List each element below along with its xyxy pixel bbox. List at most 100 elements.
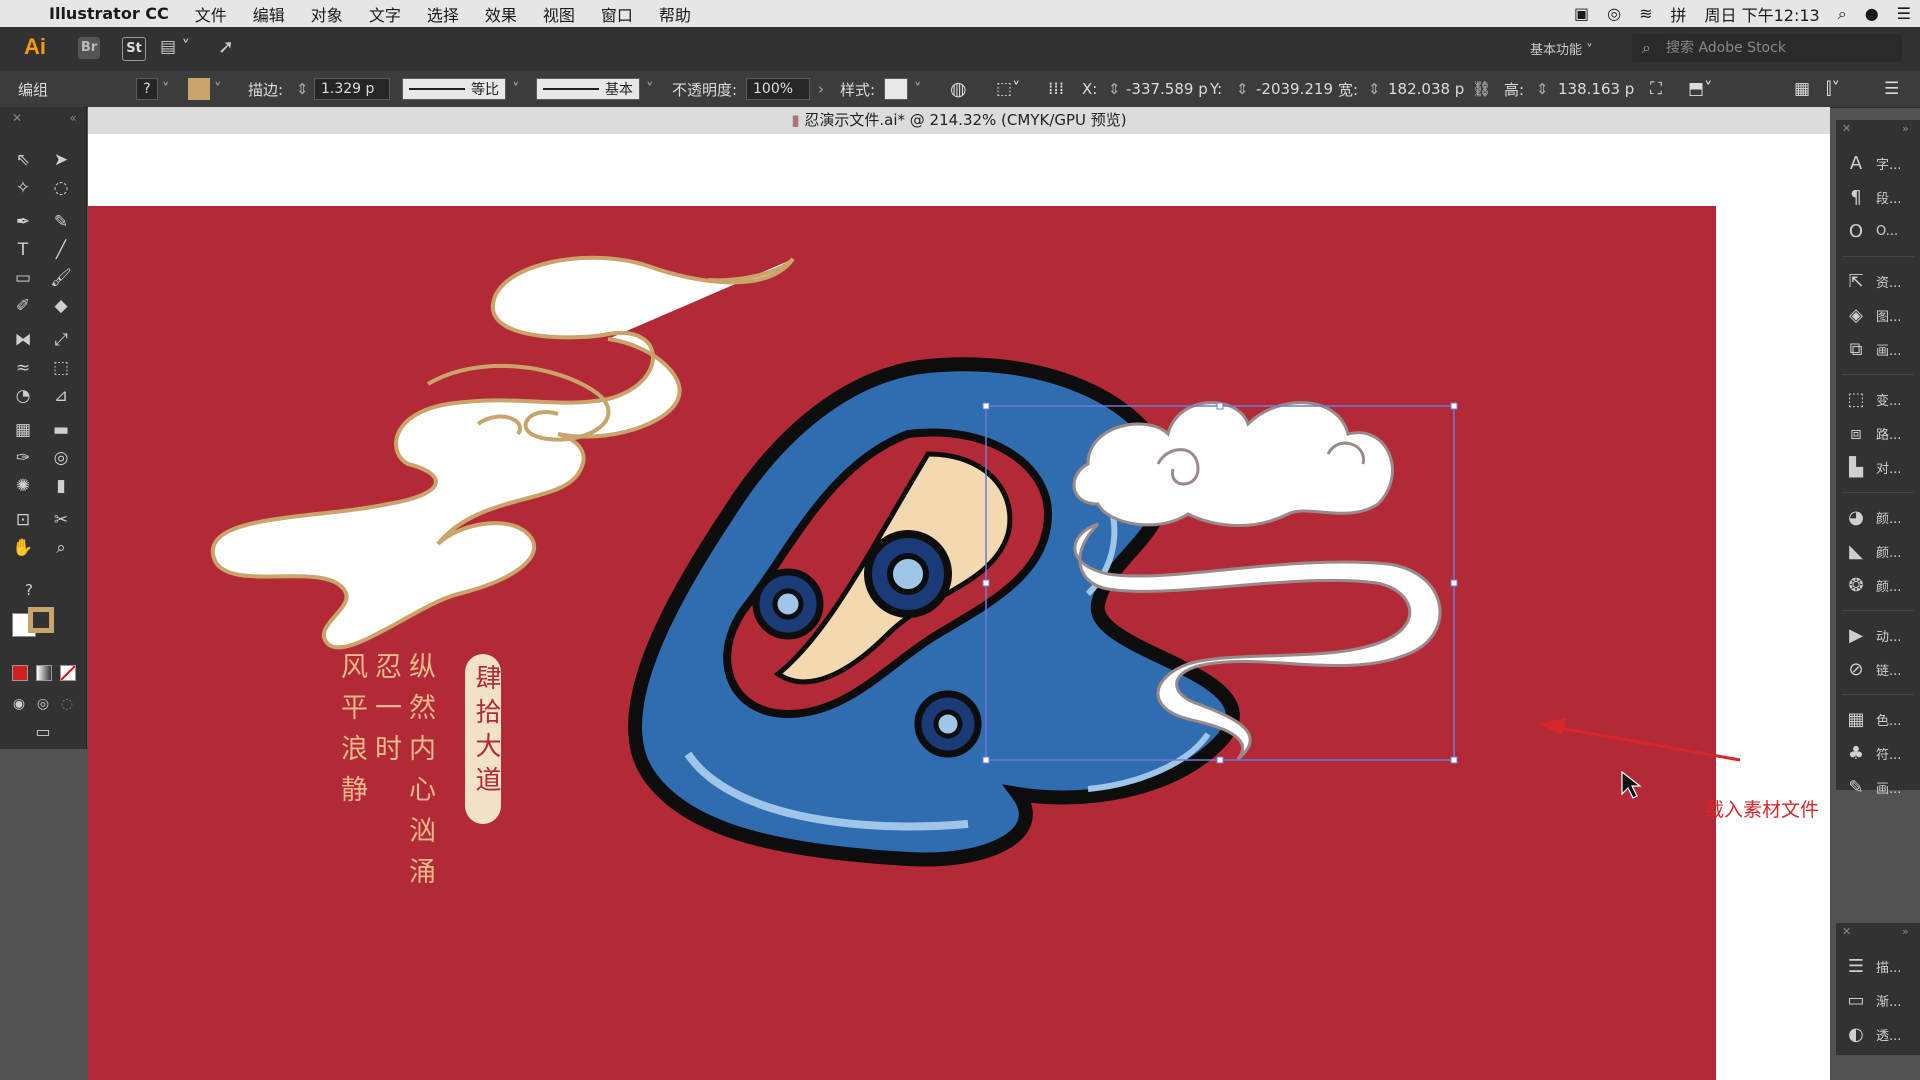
panel-color[interactable]: ◕ 颜... [1836,502,1920,532]
stroke-stepper-icon[interactable]: ⇕ [296,71,309,107]
type-tool-icon[interactable]: T [10,237,36,263]
close-icon[interactable]: ✕ [1842,122,1851,135]
close-icon[interactable]: ✕ [1842,925,1851,938]
menu-edit[interactable]: 编辑 [240,2,298,26]
direct-selection-tool-icon[interactable]: ➤ [48,147,74,173]
menu-select[interactable]: 选择 [414,2,472,26]
eraser-tool-icon[interactable]: ◆ [48,293,74,319]
stock-search-input[interactable]: 搜索 Adobe Stock [1632,34,1902,62]
width-tool-icon[interactable]: ≈ [10,355,36,381]
panel-align[interactable]: ▙ 对... [1836,452,1920,482]
menu-file[interactable]: 文件 [182,2,240,26]
opacity-input[interactable]: 100% [746,78,810,100]
menu-object[interactable]: 对象 [298,2,356,26]
blend-tool-icon[interactable]: ◎ [48,445,74,471]
shape-builder-tool-icon[interactable]: ◔ [10,383,36,409]
menu-window[interactable]: 窗口 [588,2,646,26]
panel-gradient[interactable]: ▭ 渐... [1836,985,1920,1015]
panel-opentype[interactable]: O O... [1836,216,1920,246]
menu-app-name[interactable]: Illustrator CC [36,4,182,23]
panel-pathfinder[interactable]: ⧈ 路... [1836,418,1920,448]
distribute-icon[interactable]: ⫿˅ [1826,71,1840,107]
graphic-style-swatch[interactable] [884,78,908,100]
panel-color-guide[interactable]: ◣ 颜... [1836,536,1920,566]
menu-effect[interactable]: 效果 [472,2,530,26]
notification-center-icon[interactable]: ☰ [1888,4,1920,23]
artboard-tool-icon[interactable]: ⊡ [10,507,36,533]
panel-actions[interactable]: ▶ 动... [1836,620,1920,650]
y-input[interactable]: -2039.219 [1256,71,1333,107]
brush-definition[interactable]: 基本 [536,78,640,100]
scale-tool-icon[interactable]: ⤢ [48,327,74,353]
vertical-text-line-2[interactable]: 忍一时 [366,652,405,775]
screen-record-icon[interactable]: ▣ [1565,4,1598,23]
width-stepper-icon[interactable]: ⇕ [1368,71,1381,107]
stroke-swatch[interactable] [188,78,210,100]
cloud-sync-icon[interactable]: ◎ [1598,4,1630,23]
selection-tool-icon[interactable]: ⇖ [10,147,36,173]
panel-asset-export[interactable]: ⇱ 资... [1836,266,1920,296]
panel-color-themes[interactable]: ❂ 颜... [1836,570,1920,600]
recolor-artwork-icon[interactable]: ◍ [950,71,967,107]
panel-swatches[interactable]: ▦ 色... [1836,704,1920,734]
align-icon[interactable]: ⬚˅ [996,71,1021,107]
workspace-switcher[interactable]: 基本功能 ˅ [1530,39,1593,58]
bridge-icon[interactable]: Br [78,37,100,59]
eyedropper-tool-icon[interactable]: ✑ [10,445,36,471]
screen-mode-icon[interactable]: ▭ [30,719,56,745]
menu-help[interactable]: 帮助 [646,2,704,26]
arrange-documents-icon[interactable]: ▤ ˅ [160,37,190,57]
gpu-performance-icon[interactable]: ➚ [218,36,234,58]
none-mode-icon[interactable] [60,665,76,681]
input-method-indicator[interactable]: 拼 [1662,2,1696,26]
height-input[interactable]: 138.163 p [1558,71,1634,107]
stroke-weight-input[interactable]: 1.329 p [314,78,390,100]
reflect-tool-icon[interactable]: ⧓ [10,327,36,353]
x-input[interactable]: -337.589 p [1126,71,1208,107]
vertical-text-line-3[interactable]: 风平浪静 [332,652,371,816]
stock-icon[interactable]: St [122,37,146,61]
zoom-tool-icon[interactable]: ⌕ [48,535,74,561]
panel-links[interactable]: ⊘ 链... [1836,654,1920,684]
variable-width-profile[interactable]: 等比 [402,78,506,100]
curvature-tool-icon[interactable]: ✎ [48,209,74,235]
line-tool-icon[interactable]: ╱ [48,237,74,263]
draw-inside-icon[interactable]: ◌ [54,691,80,717]
perspective-grid-tool-icon[interactable]: ⊿ [48,383,74,409]
expand-icon[interactable]: » [1902,925,1909,938]
wifi-icon[interactable]: ≋ [1630,4,1661,23]
collapse-icon[interactable]: « [60,105,86,131]
draw-normal-icon[interactable]: ◉ [6,691,32,717]
hand-tool-icon[interactable]: ✋ [10,535,36,561]
pen-tool-icon[interactable]: ✒ [10,209,36,235]
slice-tool-icon[interactable]: ✂ [48,507,74,533]
help-icon[interactable]: ? [16,577,42,603]
spotlight-search-icon[interactable]: ⌕ [1829,4,1856,24]
isolate-group-icon[interactable]: ⬒˅ [1688,71,1713,107]
rectangle-tool-icon[interactable]: ▭ [10,265,36,291]
stroke-color-swatch[interactable] [28,607,54,633]
panel-character[interactable]: A 字... [1836,148,1920,178]
panel-transform[interactable]: ⬚ 变... [1836,384,1920,414]
constrain-proportions-icon[interactable]: ⛓ [1472,71,1491,107]
column-graph-tool-icon[interactable]: ▮ [48,473,74,499]
panel-artboards[interactable]: ⧉ 画... [1836,334,1920,364]
transform-icon[interactable]: ⛶ [1650,71,1662,107]
vertical-text-line-1[interactable]: 纵然内心汹涌 [400,652,439,898]
close-icon[interactable]: ✕ [4,105,30,131]
free-transform-tool-icon[interactable]: ⬚ [48,355,74,381]
color-mode-icon[interactable] [12,665,28,681]
panel-paragraph[interactable]: ¶ 段... [1836,182,1920,212]
lasso-tool-icon[interactable]: ◌ [48,175,74,201]
mesh-tool-icon[interactable]: ▦ [10,417,36,443]
panel-brushes[interactable]: ✎ 画... [1836,772,1920,802]
panel-layers[interactable]: ◈ 图... [1836,300,1920,330]
gradient-mode-icon[interactable] [36,665,52,681]
control-panel-menu-icon[interactable]: ☰ [1884,71,1899,107]
reference-point-icon[interactable]: ⁞⁞⁞ [1048,71,1064,107]
gradient-tool-icon[interactable]: ▬ [48,417,74,443]
siri-icon[interactable]: ● [1856,4,1888,23]
expand-icon[interactable]: » [1902,122,1909,135]
panel-symbols[interactable]: ♣ 符... [1836,738,1920,768]
menu-type[interactable]: 文字 [356,2,414,26]
